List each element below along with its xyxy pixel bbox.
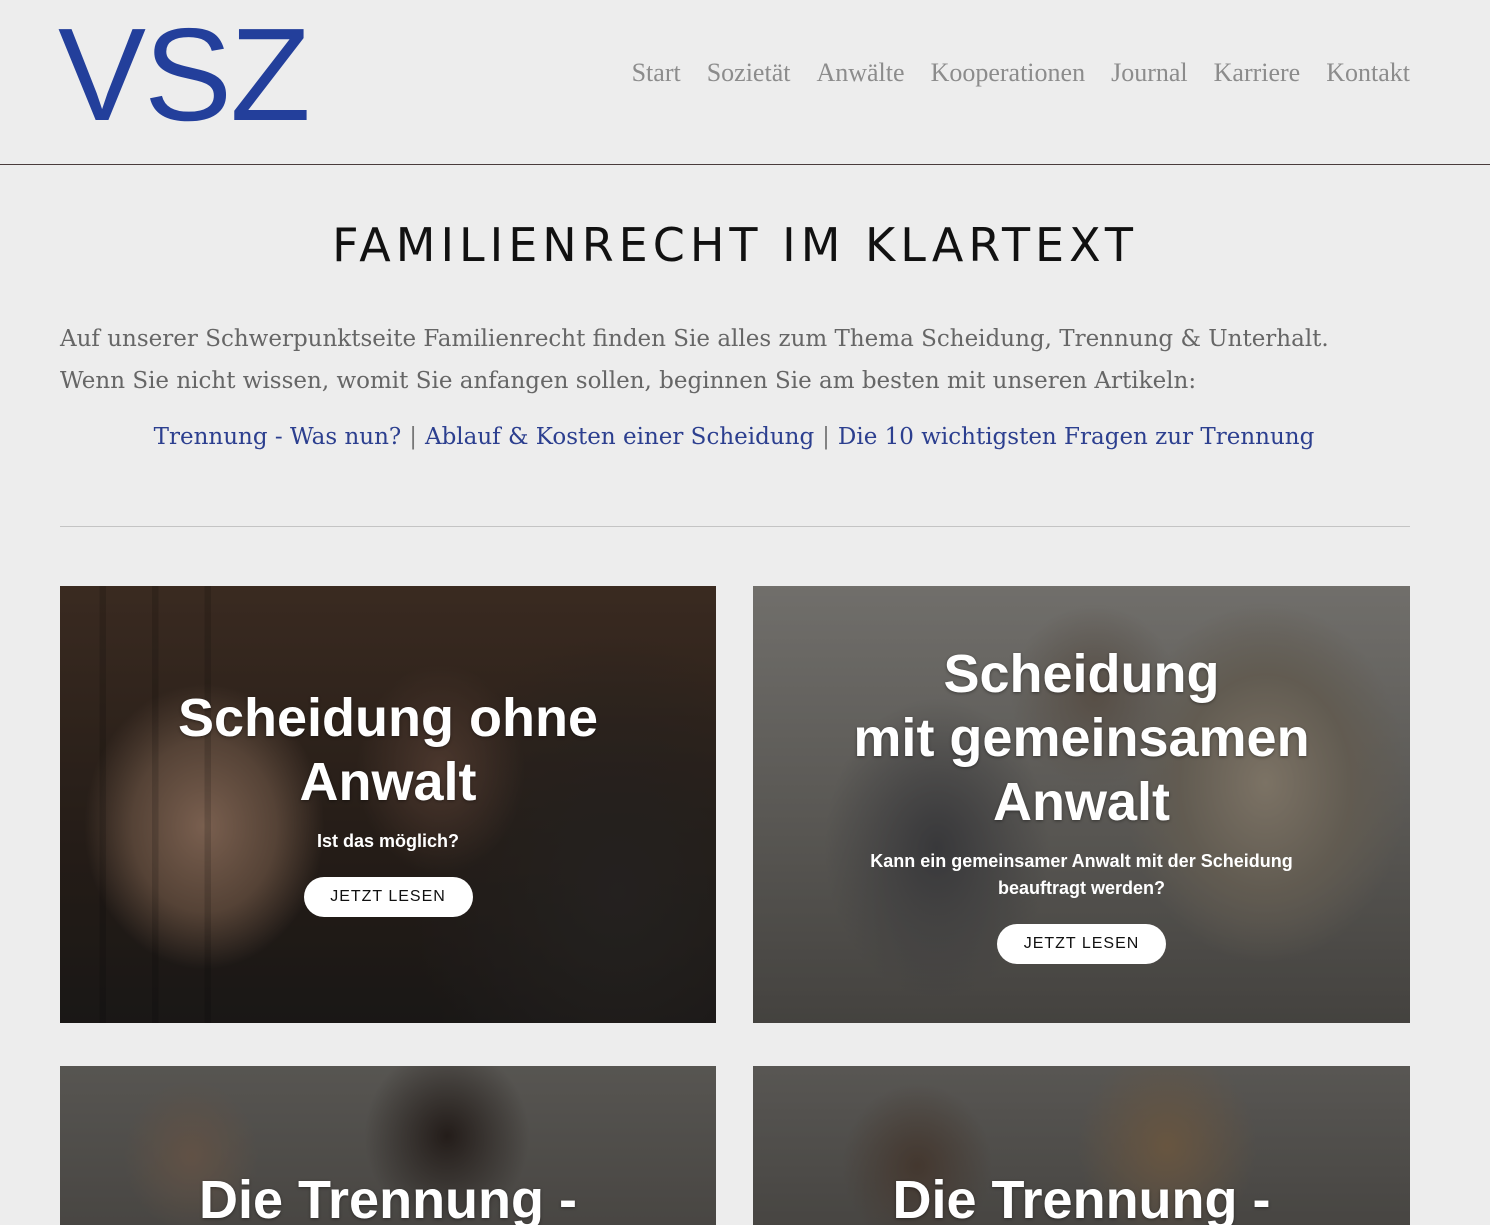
nav-item-anwaelte[interactable]: Anwälte xyxy=(816,58,904,88)
card-title-line: Anwalt xyxy=(299,752,477,812)
card-title: Scheidung mit gemeinsamen Anwalt xyxy=(853,642,1309,834)
article-card-die-trennung[interactable]: Die Trennung - xyxy=(60,1066,716,1225)
card-content: Die Trennung - xyxy=(753,1168,1410,1225)
read-now-button[interactable]: JETZT LESEN xyxy=(997,924,1166,964)
vsz-logo[interactable]: VSZ xyxy=(58,9,311,141)
main-nav: Start Sozietät Anwälte Kooperationen Jou… xyxy=(632,58,1410,88)
page-title: FAMILIENRECHT IM KLARTEXT xyxy=(332,218,1138,272)
card-subtitle: Kann ein gemeinsamer Anwalt mit der Sche… xyxy=(870,848,1292,902)
card-title-line: mit gemeinsamen xyxy=(853,708,1310,768)
read-now-button[interactable]: JETZT LESEN xyxy=(303,877,473,917)
card-subtitle: Ist das möglich? xyxy=(316,831,460,851)
nav-item-sozietaet[interactable]: Sozietät xyxy=(707,58,791,88)
card-title: Die Trennung - xyxy=(892,1170,1271,1225)
nav-item-start[interactable]: Start xyxy=(632,58,681,88)
card-subtitle-line: Kann ein gemeinsamer Anwalt mit der Sche… xyxy=(870,851,1293,871)
article-card-die-trennung-2[interactable]: Die Trennung - xyxy=(753,1066,1410,1225)
intro-text: Auf unserer Schwerpunktseite Familienrec… xyxy=(60,318,1420,402)
link-separator: | xyxy=(409,424,417,450)
card-title-line: Anwalt xyxy=(992,772,1170,832)
card-subtitle-line: beauftragt werden? xyxy=(997,878,1165,898)
card-title: Scheidung ohne Anwalt xyxy=(178,686,598,814)
card-title-line: Scheidung xyxy=(943,644,1220,704)
nav-item-kooperationen[interactable]: Kooperationen xyxy=(931,58,1086,88)
card-content: Die Trennung - xyxy=(60,1168,716,1225)
article-card-scheidung-ohne-anwalt[interactable]: Scheidung ohne Anwalt Ist das möglich? J… xyxy=(60,586,716,1023)
site-header: VSZ Start Sozietät Anwälte Kooperationen… xyxy=(0,0,1490,165)
link-separator: | xyxy=(822,424,830,450)
section-divider xyxy=(60,526,1410,527)
link-10-fragen-trennung[interactable]: Die 10 wichtigsten Fragen zur Trennung xyxy=(838,424,1314,450)
card-content: Scheidung mit gemeinsamen Anwalt Kann ei… xyxy=(753,642,1410,964)
intro-line-2: Wenn Sie nicht wissen, womit Sie anfange… xyxy=(60,368,1197,394)
link-trennung-was-nun[interactable]: Trennung - Was nun? xyxy=(154,424,402,450)
card-content: Scheidung ohne Anwalt Ist das möglich? J… xyxy=(60,686,716,917)
article-card-gemeinsamer-anwalt[interactable]: Scheidung mit gemeinsamen Anwalt Kann ei… xyxy=(753,586,1410,1023)
card-title-line: Scheidung ohne xyxy=(177,688,598,748)
card-title: Die Trennung - xyxy=(199,1170,577,1225)
nav-item-journal[interactable]: Journal xyxy=(1111,58,1188,88)
article-links: Trennung - Was nun? | Ablauf & Kosten eine… xyxy=(0,424,1468,450)
intro-line-1: Auf unserer Schwerpunktseite Familienrec… xyxy=(60,326,1329,352)
nav-item-kontakt[interactable]: Kontakt xyxy=(1326,58,1410,88)
link-ablauf-kosten-scheidung[interactable]: Ablauf & Kosten einer Scheidung xyxy=(425,424,814,450)
nav-item-karriere[interactable]: Karriere xyxy=(1214,58,1301,88)
